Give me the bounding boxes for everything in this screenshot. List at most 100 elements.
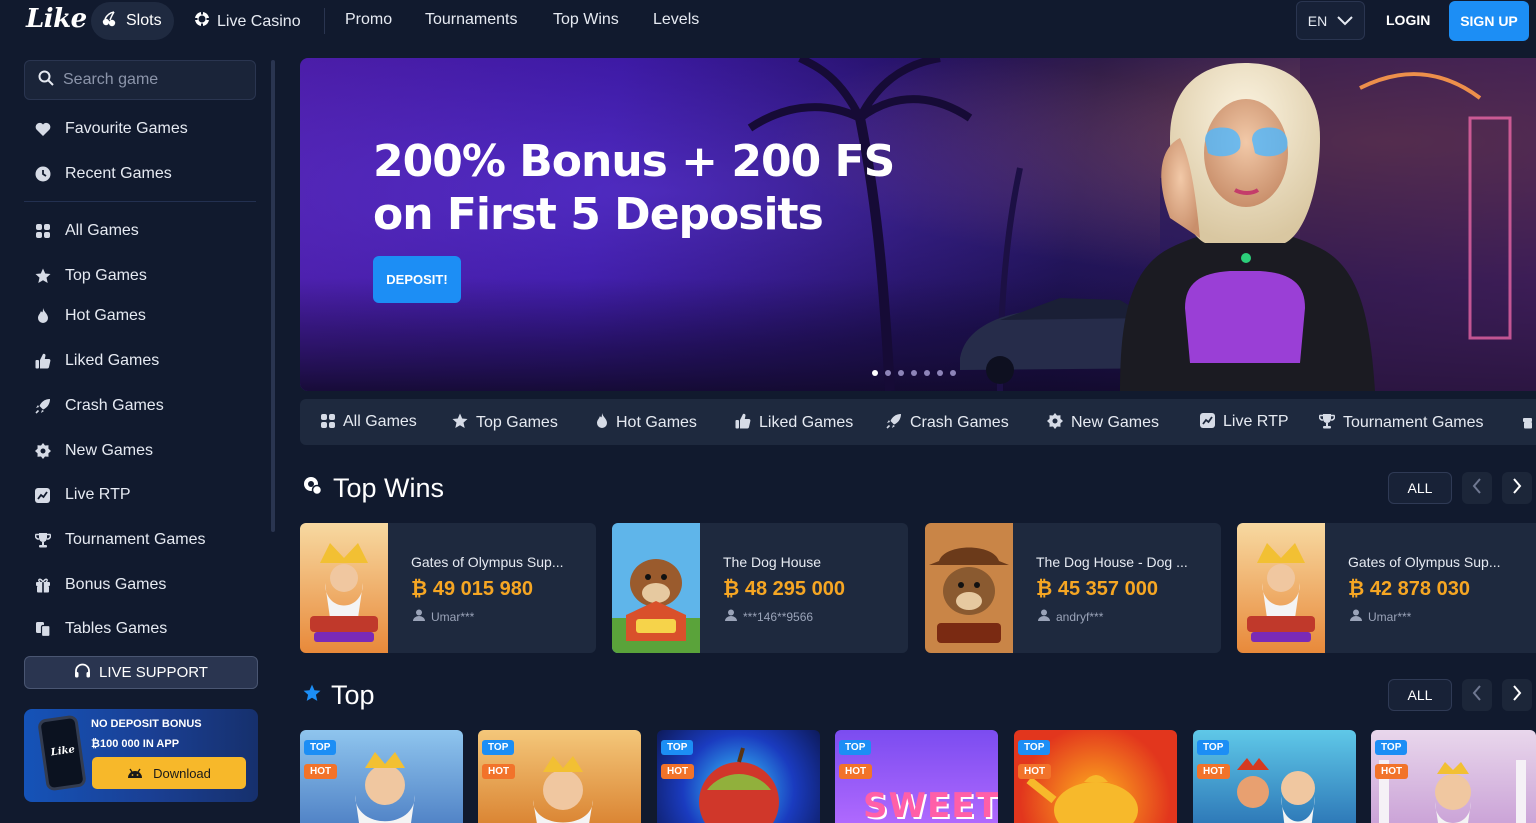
carousel-dot[interactable] <box>937 370 943 376</box>
carousel-dot[interactable] <box>898 370 904 376</box>
hero-title-line1: 200% Bonus + 200 FS <box>373 136 895 187</box>
carousel-dot[interactable] <box>950 370 956 376</box>
win-user: Umar*** <box>413 609 474 624</box>
nav-slots-label: Slots <box>126 12 162 29</box>
grid-icon <box>34 224 51 238</box>
carousel-dot[interactable] <box>911 370 917 376</box>
sidebar-item-live-rtp[interactable]: Live RTP <box>34 486 131 504</box>
nav-levels[interactable]: Levels <box>653 11 699 29</box>
game-title-sweet: SWEET <box>863 786 998 823</box>
nav-live-casino[interactable]: Live Casino <box>194 11 301 32</box>
sidebar-item-recent-games[interactable]: Recent Games <box>34 165 172 183</box>
sidebar-item-label: Favourite Games <box>65 120 188 137</box>
tab-live-rtp[interactable]: Live RTP <box>1200 413 1289 431</box>
game-card-zeus-blue[interactable]: TOP HOT <box>300 730 463 823</box>
sidebar-item-label: New Games <box>65 442 154 459</box>
tab-tournament-games[interactable]: Tournament Games <box>1318 413 1484 432</box>
sidebar-item-crash-games[interactable]: Crash Games <box>34 397 164 415</box>
app-promo-banner[interactable]: Like NO DEPOSIT BONUS ₿100 000 IN APP Do… <box>24 709 258 802</box>
win-amount: ₿ 45 357 000 <box>1036 578 1158 600</box>
chevron-right-icon <box>1512 684 1522 706</box>
top-games-next-button[interactable] <box>1502 679 1532 711</box>
download-button[interactable]: Download <box>92 757 246 789</box>
badge-hot: HOT <box>1375 764 1409 779</box>
language-selector[interactable]: EN <box>1296 1 1365 40</box>
game-thumbnail-gates-of-olympus <box>300 523 388 653</box>
top-wins-next-button[interactable] <box>1502 472 1532 504</box>
top-win-card[interactable]: Gates of Olympus Sup... ₿ 42 878 030 Uma… <box>1237 523 1536 653</box>
tab-top-games[interactable]: Top Games <box>452 413 558 432</box>
sidebar-item-bonus-games[interactable]: Bonus Games <box>34 576 166 594</box>
sidebar-item-new-games[interactable]: New Games <box>34 442 153 460</box>
game-card-teapot[interactable]: TOP HOT <box>1014 730 1177 823</box>
site-logo[interactable]: Like <box>26 4 87 34</box>
signup-button[interactable]: SIGN UP <box>1449 1 1529 41</box>
top-wins-prev-button[interactable] <box>1462 472 1492 504</box>
game-card-zeus-temple[interactable]: TOP HOT <box>1371 730 1536 823</box>
live-support-button[interactable]: LIVE SUPPORT <box>24 656 258 689</box>
user-icon <box>1350 609 1362 624</box>
sidebar-item-tables-games[interactable]: Tables Games <box>34 620 167 638</box>
deposit-button[interactable]: DEPOSIT! <box>373 256 461 303</box>
sidebar-item-tournament-games[interactable]: Tournament Games <box>34 531 206 549</box>
search-box <box>24 60 256 100</box>
tab-all-games[interactable]: All Games <box>321 413 417 431</box>
tab-overflow[interactable] <box>1522 413 1532 432</box>
tab-crash-games[interactable]: Crash Games <box>886 413 1009 432</box>
tab-label: Liked Games <box>759 413 854 431</box>
top-win-card[interactable]: The Dog House ₿ 48 295 000 ***146**9566 <box>612 523 908 653</box>
thumbs-up-icon <box>735 413 751 432</box>
tab-label: Top Games <box>476 413 558 431</box>
hero-title: 200% Bonus + 200 FS on First 5 Deposits <box>373 135 895 241</box>
sidebar-item-label: Crash Games <box>65 397 164 414</box>
nav-slots[interactable]: Slots <box>91 2 174 40</box>
clock-icon <box>34 166 51 182</box>
nav-promo[interactable]: Promo <box>345 11 392 29</box>
search-input[interactable] <box>63 71 243 89</box>
coins-icon <box>303 476 323 502</box>
badge-top: TOP <box>482 740 515 755</box>
win-username: Umar*** <box>1368 609 1412 624</box>
rocket-icon <box>34 398 51 414</box>
game-thumbnail-dog-house-dog-or-alive <box>925 523 1013 653</box>
tab-label: All Games <box>343 413 417 430</box>
win-username: Umar*** <box>431 609 475 624</box>
sidebar-item-favourite-games[interactable]: Favourite Games <box>34 120 188 138</box>
sidebar-item-liked-games[interactable]: Liked Games <box>34 352 159 370</box>
sidebar-scrollbar[interactable] <box>271 60 275 532</box>
game-card-apple[interactable]: TOP HOT <box>657 730 820 823</box>
game-thumbnail-dog-house <box>612 523 700 653</box>
user-icon <box>725 609 737 624</box>
badge-hot: HOT <box>839 764 873 779</box>
sidebar-item-all-games[interactable]: All Games <box>34 222 139 240</box>
top-win-card[interactable]: Gates of Olympus Sup... ₿ 49 015 980 Uma… <box>300 523 596 653</box>
carousel-dot[interactable] <box>885 370 891 376</box>
chevron-left-icon <box>1472 477 1482 499</box>
sidebar-item-hot-games[interactable]: Hot Games <box>34 307 146 325</box>
nav-tournaments[interactable]: Tournaments <box>425 11 518 29</box>
nav-live-casino-label: Live Casino <box>217 12 301 30</box>
live-support-label: LIVE SUPPORT <box>99 664 208 681</box>
top-wins-all-button[interactable]: ALL <box>1388 472 1452 504</box>
nav-top-wins[interactable]: Top Wins <box>553 11 619 29</box>
star-icon <box>452 413 468 432</box>
top-games-prev-button[interactable] <box>1462 679 1492 711</box>
game-card-zeus-vs-hades[interactable]: TOP HOT <box>1193 730 1356 823</box>
game-card-zeus-gold[interactable]: TOP HOT <box>478 730 641 823</box>
tab-label: Hot Games <box>616 413 697 431</box>
tab-label: Crash Games <box>910 413 1009 431</box>
hero-banner[interactable]: 200% Bonus + 200 FS on First 5 Deposits … <box>300 58 1536 391</box>
nav-divider <box>324 8 325 34</box>
download-label: Download <box>153 765 211 781</box>
tab-new-games[interactable]: New Games <box>1047 413 1159 432</box>
top-win-card[interactable]: The Dog House - Dog ... ₿ 45 357 000 and… <box>925 523 1221 653</box>
sidebar-item-top-games[interactable]: Top Games <box>34 267 147 285</box>
game-card-sweet[interactable]: SWEET TOP HOT <box>835 730 998 823</box>
login-button[interactable]: LOGIN <box>1386 12 1430 28</box>
badge-hot: HOT <box>661 764 695 779</box>
top-games-all-button[interactable]: ALL <box>1388 679 1452 711</box>
tab-liked-games[interactable]: Liked Games <box>735 413 853 432</box>
carousel-dot[interactable] <box>924 370 930 376</box>
carousel-dot[interactable] <box>872 370 878 376</box>
tab-hot-games[interactable]: Hot Games <box>596 413 697 432</box>
